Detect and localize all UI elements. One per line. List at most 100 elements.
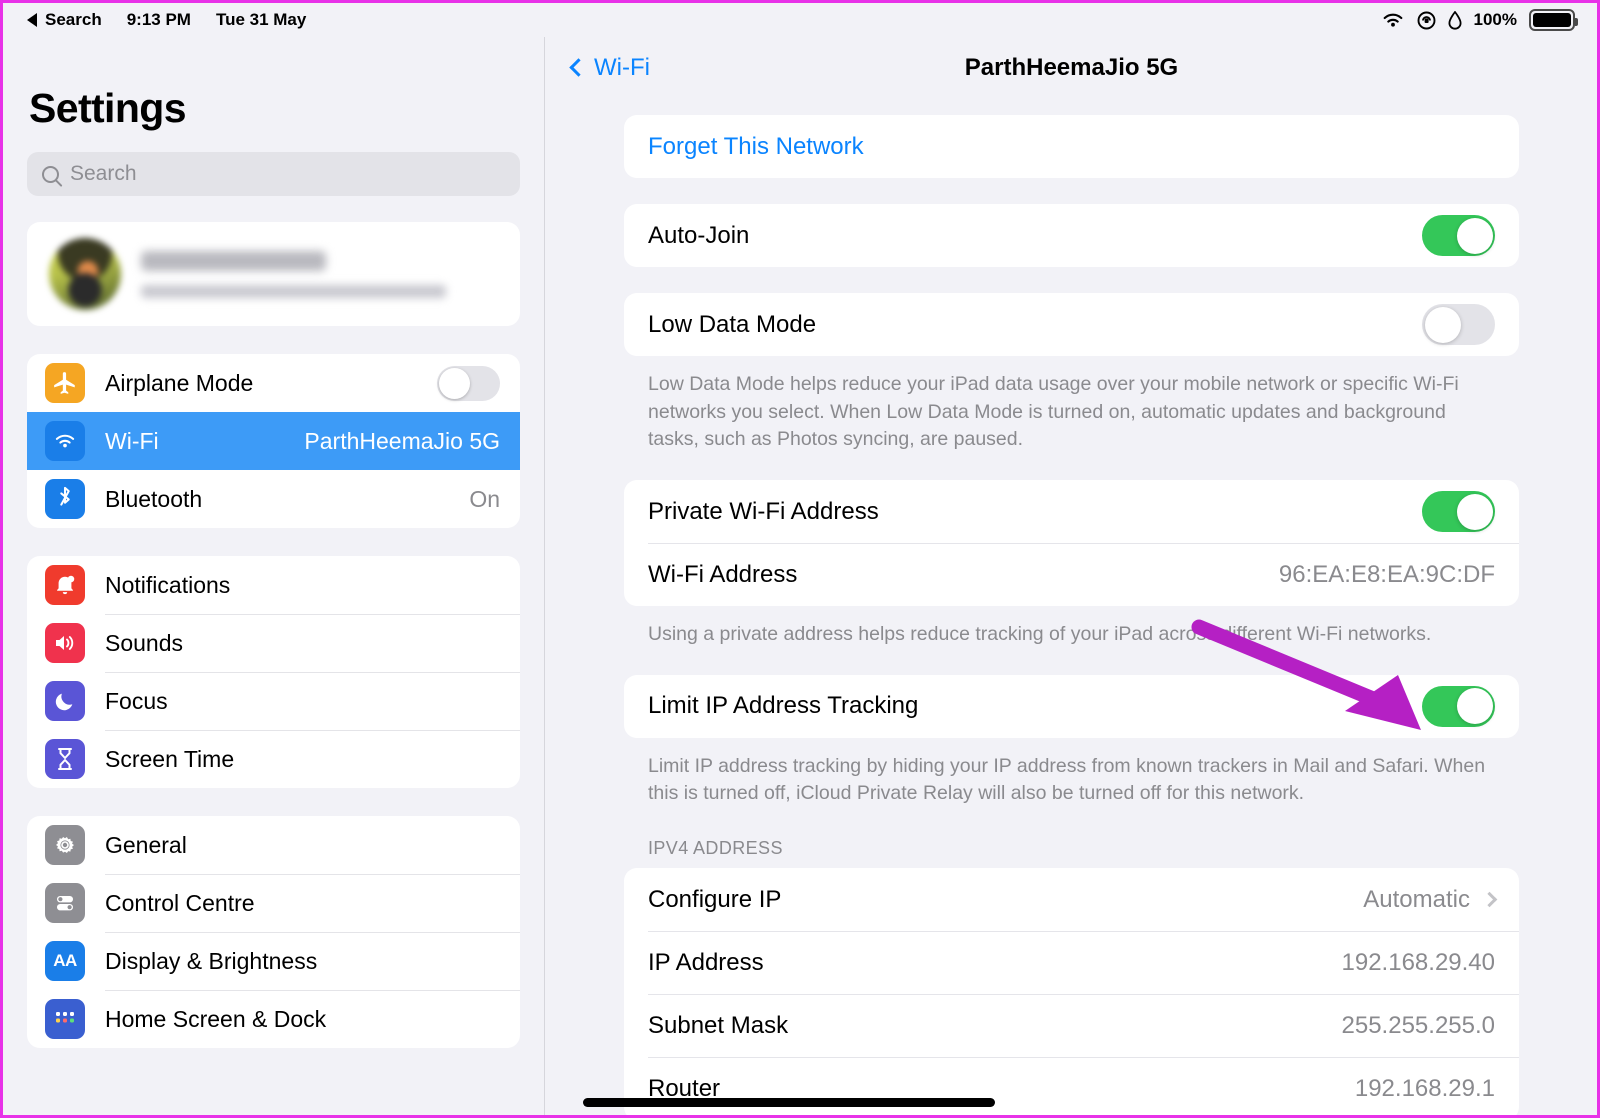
bluetooth-icon (45, 479, 85, 519)
chevron-right-icon (1481, 891, 1498, 908)
detail-content: Forget This Network Auto-Join Low Data M… (546, 99, 1597, 1115)
sidebar-item-label: Airplane Mode (105, 369, 254, 396)
search-input[interactable]: Search (27, 152, 520, 196)
rotation-lock-icon (1417, 11, 1435, 29)
account-text (141, 250, 446, 298)
subnet-mask-row: Subnet Mask 255.255.255.0 (624, 994, 1519, 1057)
sidebar-item-display-brightness[interactable]: AA Display & Brightness (27, 932, 520, 990)
limit-ip-tracking-row[interactable]: Limit IP Address Tracking (624, 675, 1519, 738)
sidebar-item-home-screen-dock[interactable]: Home Screen & Dock (27, 990, 520, 1048)
auto-join-row[interactable]: Auto-Join (624, 204, 1519, 267)
airplane-mode-toggle[interactable] (437, 365, 500, 401)
auto-join-label: Auto-Join (648, 221, 750, 249)
home-grid-icon (45, 999, 85, 1039)
low-data-mode-label: Low Data Mode (648, 310, 817, 338)
avatar (49, 238, 121, 310)
account-card[interactable] (27, 222, 520, 326)
sidebar-item-label: Focus (105, 687, 168, 714)
sidebar-item-control-centre[interactable]: Control Centre (27, 874, 520, 932)
sidebar-item-label: Home Screen & Dock (105, 1005, 327, 1032)
private-wifi-address-row[interactable]: Private Wi-Fi Address (624, 480, 1519, 543)
forget-this-network-button[interactable]: Forget This Network (624, 115, 1519, 178)
private-wifi-address-toggle[interactable] (1422, 491, 1495, 533)
limit-ip-tracking-footnote: Limit IP address tracking by hiding your… (648, 754, 1486, 805)
wifi-icon (1383, 13, 1402, 27)
search-icon (42, 165, 59, 183)
private-wifi-address-label: Private Wi-Fi Address (648, 497, 879, 525)
status-date: Tue 31 May (215, 10, 307, 29)
moon-icon (45, 681, 85, 721)
ipv4-section-header: IPV4 ADDRESS (648, 838, 783, 859)
sidebar-item-bluetooth[interactable]: Bluetooth On (27, 470, 520, 528)
private-wifi-footnote: Using a private address helps reduce tra… (648, 623, 1432, 646)
sidebar-item-label: Display & Brightness (105, 947, 318, 974)
detail-nav-bar: Wi-Fi ParthHeemaJio 5G (546, 37, 1597, 99)
ipad-settings-screen: Search 9:13 PM Tue 31 May 100% Settings (0, 0, 1600, 1118)
wifi-address-label: Wi-Fi Address (648, 560, 798, 588)
auto-join-toggle[interactable] (1422, 215, 1495, 256)
status-bar: Search 9:13 PM Tue 31 May 100% (3, 3, 1597, 37)
low-data-mode-card: Low Data Mode (624, 293, 1519, 356)
sidebar-item-label: Wi-Fi (105, 427, 159, 454)
wifi-address-row: Wi-Fi Address 96:EA:E8:EA:9C:DF (624, 543, 1519, 606)
status-back-label: Search (45, 10, 102, 29)
sidebar-item-sounds[interactable]: Sounds (27, 614, 520, 672)
home-indicator[interactable] (583, 1098, 995, 1107)
sidebar-item-airplane-mode[interactable]: Airplane Mode (27, 354, 520, 412)
low-data-mode-footnote: Low Data Mode helps reduce your iPad dat… (648, 373, 1459, 451)
sidebar-item-value: On (469, 485, 500, 512)
back-triangle-icon (27, 13, 37, 27)
router-value: 192.168.29.1 (1354, 1074, 1495, 1102)
configure-ip-label: Configure IP (648, 885, 782, 913)
search-placeholder: Search (70, 162, 137, 185)
sidebar-item-value: ParthHeemaJio 5G (304, 427, 500, 454)
wifi-detail-panel: Wi-Fi ParthHeemaJio 5G Forget This Netwo… (546, 37, 1597, 1115)
chevron-left-icon (569, 58, 588, 77)
text-size-icon: AA (45, 941, 85, 981)
auto-join-card: Auto-Join (624, 204, 1519, 267)
toggles-icon (45, 883, 85, 923)
ip-address-value: 192.168.29.40 (1341, 948, 1495, 976)
status-back-to-app[interactable]: Search 9:13 PM Tue 31 May (27, 10, 306, 30)
low-data-mode-toggle[interactable] (1422, 304, 1495, 345)
subnet-mask-label: Subnet Mask (648, 1011, 789, 1039)
limit-ip-tracking-card: Limit IP Address Tracking (624, 674, 1519, 738)
sidebar-item-focus[interactable]: Focus (27, 672, 520, 730)
status-time: 9:13 PM (126, 10, 191, 29)
battery-percent: 100% (1473, 10, 1517, 29)
limit-ip-tracking-label: Limit IP Address Tracking (648, 692, 919, 720)
subnet-mask-value: 255.255.255.0 (1341, 1011, 1495, 1039)
water-drop-icon (1448, 10, 1462, 30)
gear-icon (45, 825, 85, 865)
sidebar-item-wifi[interactable]: Wi-Fi ParthHeemaJio 5G (27, 412, 520, 470)
wifi-icon (45, 421, 85, 461)
settings-sidebar: Settings Search Airplane Mode Wi-Fi Part… (3, 37, 545, 1115)
bell-icon (45, 565, 85, 605)
account-name-redacted (141, 250, 326, 271)
sidebar-item-label: Control Centre (105, 889, 255, 916)
sidebar-group-connectivity: Airplane Mode Wi-Fi ParthHeemaJio 5G Blu… (27, 354, 520, 528)
configure-ip-row[interactable]: Configure IP Automatic (624, 868, 1519, 931)
sidebar-group-system: General Control Centre AA Display & Brig… (27, 816, 520, 1048)
forget-network-card: Forget This Network (624, 115, 1519, 178)
sidebar-item-label: Bluetooth (105, 485, 203, 512)
ip-address-row: IP Address 192.168.29.40 (624, 931, 1519, 994)
sidebar-item-notifications[interactable]: Notifications (27, 556, 520, 614)
sidebar-item-label: Screen Time (105, 745, 235, 772)
private-wifi-card: Private Wi-Fi Address Wi-Fi Address 96:E… (624, 480, 1519, 607)
back-button[interactable]: Wi-Fi (569, 54, 650, 82)
sidebar-group-alerts: Notifications Sounds Focus Screen Time (27, 556, 520, 788)
detail-title: ParthHeemaJio 5G (964, 54, 1179, 81)
limit-ip-tracking-toggle[interactable] (1422, 685, 1495, 727)
ip-address-label: IP Address (648, 948, 764, 976)
sidebar-item-label: General (105, 831, 187, 858)
sidebar-item-screen-time[interactable]: Screen Time (27, 730, 520, 788)
sidebar-item-general[interactable]: General (27, 816, 520, 874)
back-button-label: Wi-Fi (594, 54, 650, 81)
sidebar-item-label: Notifications (105, 571, 231, 598)
low-data-mode-row[interactable]: Low Data Mode (624, 293, 1519, 356)
